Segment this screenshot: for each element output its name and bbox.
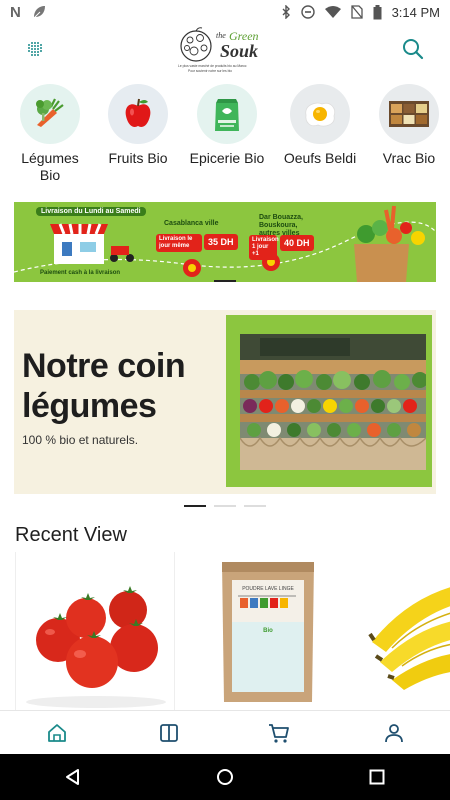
home-circle-icon[interactable] (216, 768, 234, 786)
category-vrac-bio[interactable]: Vrac Bio (369, 84, 449, 167)
minus-circle-icon (300, 5, 315, 19)
system-navigation-bar (0, 754, 450, 800)
category-label: Légumes Bio (21, 150, 79, 183)
recent-view-title: Recent View (15, 524, 127, 546)
carousel-dot-active[interactable] (184, 505, 206, 507)
menu-grid-icon[interactable] (26, 40, 44, 58)
category-legumes-bio[interactable]: Légumes Bio (10, 84, 90, 184)
bottom-navigation (0, 710, 450, 754)
grocery-bag-icon (197, 84, 257, 144)
delivery-city-casablanca: Casablanca ville (164, 220, 219, 227)
logo-the: the (216, 31, 226, 40)
category-label: Fruits Bio (108, 150, 168, 166)
vegetable-stand-photo (240, 334, 426, 470)
category-epicerie-bio[interactable]: Epicerie Bio (187, 84, 267, 167)
product-label-text: POUDRE LAVE LINGE (242, 586, 294, 592)
vegetables-icon (20, 84, 80, 144)
recent-product-tomatoes[interactable] (16, 552, 174, 710)
laundry-powder-image: POUDRE LAVE LINGE Bio (184, 552, 342, 710)
notification-n-icon: N (10, 3, 21, 21)
cart-icon[interactable] (268, 722, 290, 744)
bluetooth-icon (282, 5, 290, 19)
recent-product-bananas[interactable] (352, 552, 450, 710)
category-label: Vrac Bio (382, 150, 436, 166)
fried-egg-icon (290, 84, 350, 144)
search-icon[interactable] (402, 38, 424, 60)
category-fruits-bio[interactable]: Fruits Bio (98, 84, 178, 167)
apple-icon (108, 84, 168, 144)
carousel-dot[interactable] (214, 505, 236, 507)
wifi-icon (324, 6, 341, 18)
hero-title: Notre coin légumes (22, 346, 186, 426)
category-label: Oeufs Beldi (283, 150, 357, 166)
app-header: the Green Souk Le plus vaste marché de p… (0, 24, 450, 76)
svg-text:Bio: Bio (263, 628, 273, 634)
delivery-tag-same-day: Livraison le jour même (156, 234, 202, 252)
bananas-image (352, 552, 450, 710)
bulk-bins-icon (379, 84, 439, 144)
category-strip: Légumes Bio Fruits Bio Epicerie Bio Oeuf… (0, 84, 450, 188)
hero-title-line2: légumes (22, 387, 157, 425)
book-icon[interactable] (158, 722, 180, 744)
carousel-dot[interactable] (244, 505, 266, 507)
recent-view-list: POUDRE LAVE LINGE Bio (0, 552, 450, 710)
category-oeufs-beldi[interactable]: Oeufs Beldi (280, 84, 360, 167)
the-green-souk-logo[interactable]: the Green Souk Le plus vaste marché de p… (176, 26, 274, 74)
delivery-cash-note: Paiement cash à la livraison (40, 270, 121, 276)
svg-text:Souk: Souk (220, 41, 258, 61)
delivery-price-35: 35 DH (204, 234, 238, 250)
delivery-title: Livraison du Lundi au Samedi (36, 207, 146, 216)
home-icon[interactable] (46, 722, 68, 744)
category-label: Epicerie Bio (189, 150, 265, 166)
recents-icon[interactable] (368, 768, 386, 786)
user-icon[interactable] (383, 722, 405, 744)
svg-text:Pour soutenir notre sur les bi: Pour soutenir notre sur les bio (188, 69, 232, 73)
battery-icon (373, 4, 382, 19)
tomatoes-image (16, 552, 174, 710)
hero-carousel-indicator (184, 505, 266, 507)
back-icon[interactable] (64, 768, 82, 786)
delivery-price-40: 40 DH (280, 235, 314, 251)
delivery-banner-indicator (214, 280, 236, 282)
hero-banner[interactable]: Notre coin légumes 100 % bio et naturels… (14, 310, 436, 494)
status-bar: N 3:14 PM (0, 0, 450, 24)
svg-text:Le plus vaste marché de produi: Le plus vaste marché de produits bio au … (178, 64, 247, 68)
hero-subtitle: 100 % bio et naturels. (22, 433, 139, 447)
leaf-notification-icon (33, 6, 45, 19)
recent-product-laundry-powder[interactable]: POUDRE LAVE LINGE Bio (184, 552, 342, 710)
delivery-tag-next-day: Livraison 1 jour +1 (249, 235, 279, 260)
status-time: 3:14 PM (391, 4, 440, 20)
no-sim-icon (350, 5, 363, 19)
hero-title-line1: Notre coin (22, 347, 186, 385)
delivery-info-banner[interactable]: Livraison du Lundi au Samedi Casablanca … (14, 202, 436, 282)
